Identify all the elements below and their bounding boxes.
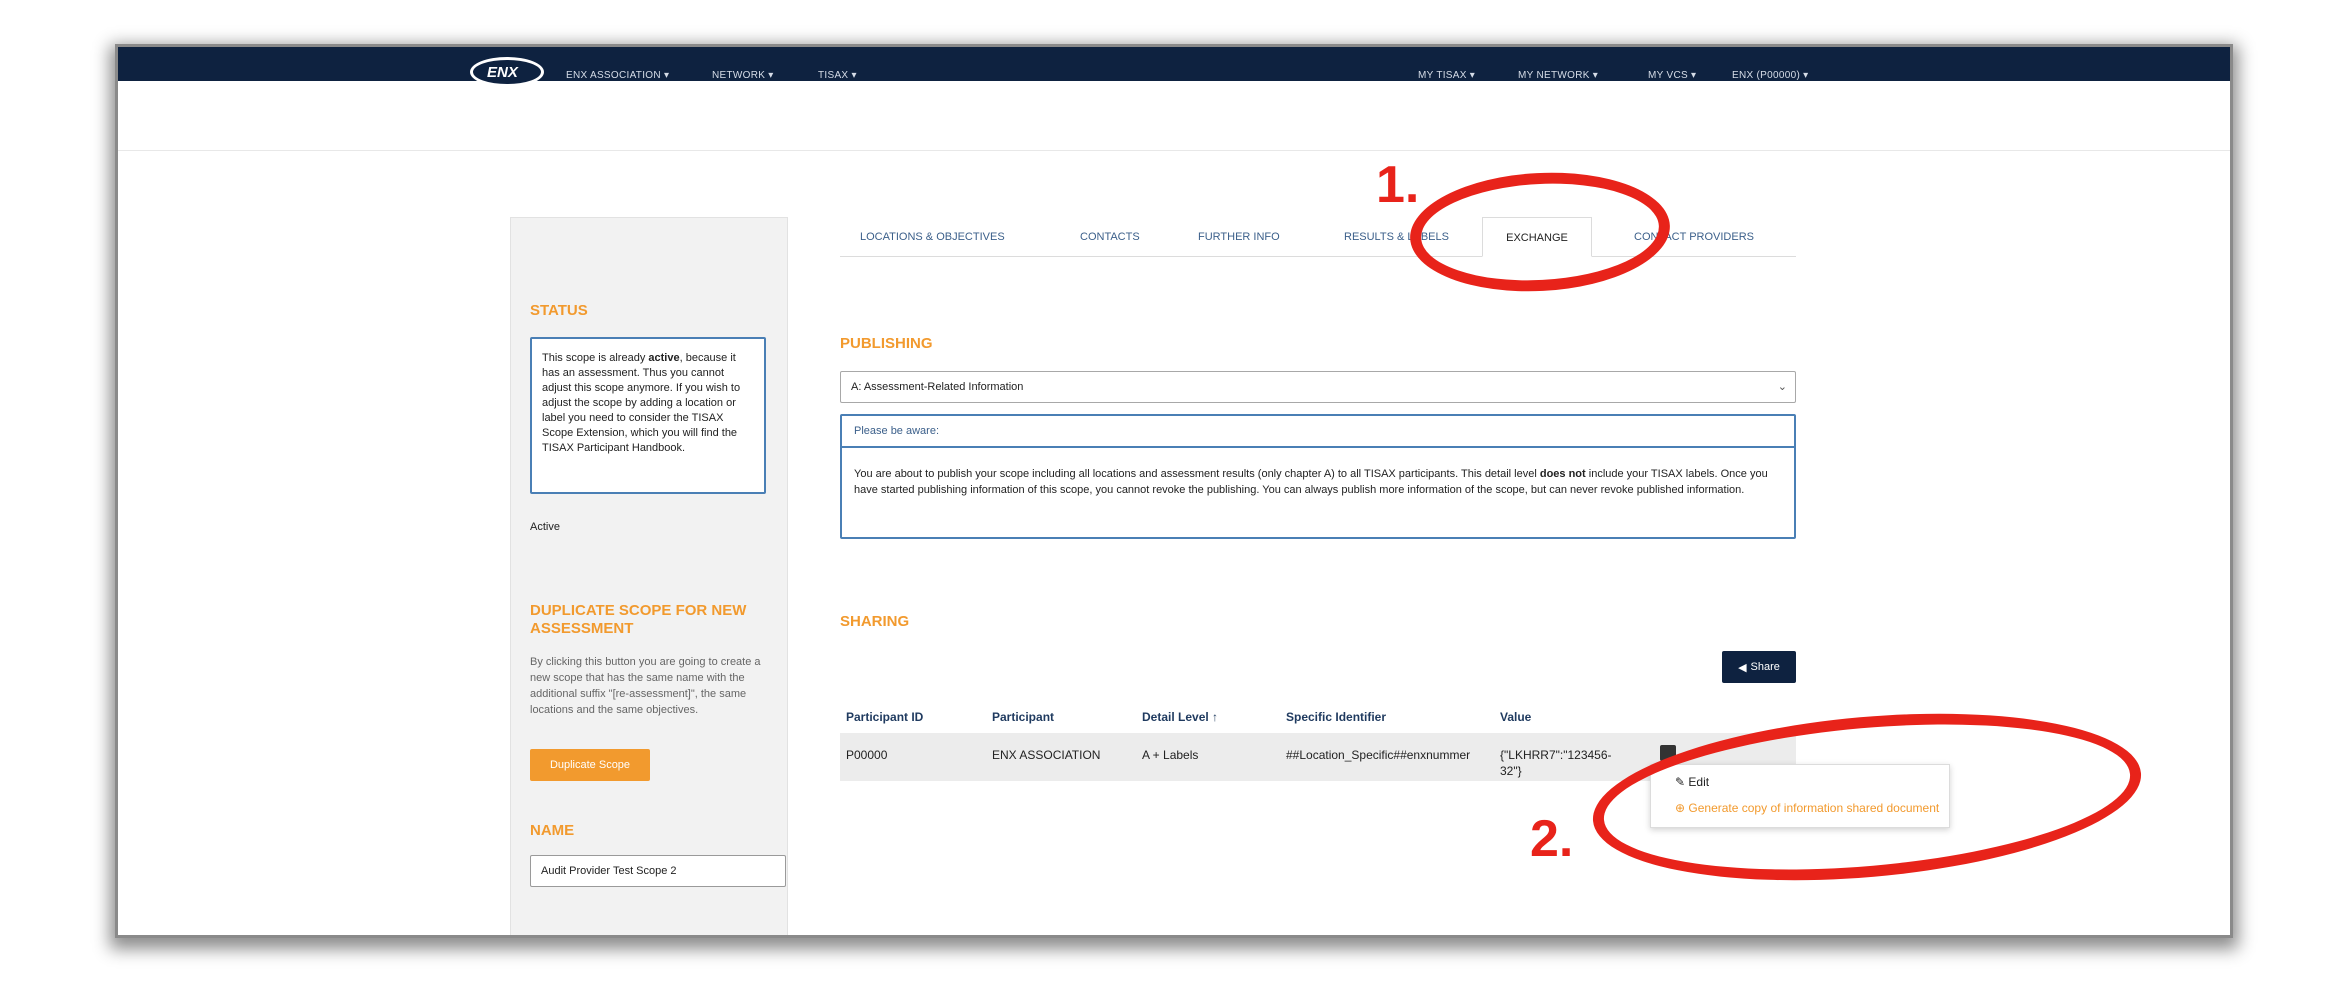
annotation-ellipse-exchange (1407, 166, 1673, 298)
notice-body: You are about to publish your scope incl… (854, 466, 1784, 498)
status-text-prefix: This scope is already (542, 352, 649, 364)
col-participant[interactable]: Participant (992, 710, 1054, 724)
publishing-detail-select[interactable]: A: Assessment-Related Information ⌄ (840, 371, 1796, 403)
status-text-bold: active (648, 352, 680, 364)
col-participant-id[interactable]: Participant ID (846, 710, 923, 724)
send-icon: ◀ (1738, 661, 1747, 674)
app-window: ENX ENX ASSOCIATION ▾ NETWORK ▾ TISAX ▾ … (118, 47, 2230, 935)
nav-my-vcs[interactable]: MY VCS ▾ (1648, 70, 1696, 81)
scope-name-field[interactable]: Audit Provider Test Scope 2 (530, 855, 786, 887)
nav-account[interactable]: ENX (P00000) ▾ (1732, 70, 1808, 81)
notice-bold: does not (1539, 468, 1586, 480)
cell-participant: ENX ASSOCIATION (992, 748, 1101, 762)
name-heading: NAME (530, 822, 575, 839)
cell-detail-level: A + Labels (1142, 748, 1199, 762)
nav-my-network[interactable]: MY NETWORK ▾ (1518, 70, 1598, 81)
status-text-suffix: , because it has an assessment. Thus you… (542, 352, 741, 454)
annotation-step-1: 1. (1376, 156, 1420, 214)
cell-specific-identifier: ##Location_Specific##enxnummer (1286, 748, 1471, 762)
status-heading: STATUS (530, 302, 588, 319)
sidebar-content: STATUS This scope is already active, bec… (510, 47, 788, 935)
notice-part1: You are about to publish your scope incl… (854, 468, 1540, 480)
share-button[interactable]: ◀ Share (1722, 651, 1796, 683)
cell-participant-id: P00000 (846, 748, 888, 762)
top-navbar: ENX ENX ASSOCIATION ▾ NETWORK ▾ TISAX ▾ … (118, 47, 2230, 87)
duplicate-scope-button[interactable]: Duplicate Scope (530, 749, 650, 781)
status-info-box: This scope is already active, because it… (530, 337, 766, 494)
status-value: Active (530, 521, 560, 533)
notice-heading: Please be aware: (842, 416, 1794, 448)
annotation-ellipse-generate (1586, 693, 2148, 901)
duplicate-heading: DUPLICATE SCOPE FOR NEW ASSESSMENT (530, 602, 747, 637)
publishing-notice: Please be aware: You are about to publis… (840, 414, 1796, 539)
publishing-heading: PUBLISHING (840, 335, 933, 352)
sharing-heading: SHARING (840, 613, 910, 630)
share-button-label: Share (1750, 661, 1780, 673)
cell-value-line2: 32"} (1500, 764, 1522, 778)
col-value[interactable]: Value (1500, 710, 1531, 724)
nav-tisax[interactable]: TISAX ▾ (818, 70, 857, 81)
col-specific-identifier[interactable]: Specific Identifier (1286, 710, 1386, 724)
tab-locations-objectives[interactable]: LOCATIONS & OBJECTIVES (860, 217, 1005, 257)
tab-further-info[interactable]: FURTHER INFO (1198, 217, 1280, 257)
nav-my-tisax[interactable]: MY TISAX ▾ (1418, 70, 1475, 81)
col-detail-level[interactable]: Detail Level ↑ (1142, 710, 1218, 724)
publishing-selected-option: A: Assessment-Related Information (851, 381, 1024, 393)
cell-value-line1: {"LKHRR7":"123456- (1500, 748, 1612, 762)
duplicate-description: By clicking this button you are going to… (530, 656, 761, 716)
title-bar (118, 81, 2230, 151)
tab-contacts[interactable]: CONTACTS (1080, 217, 1140, 257)
annotation-step-2: 2. (1530, 810, 1574, 868)
chevron-down-icon: ⌄ (1777, 381, 1787, 393)
